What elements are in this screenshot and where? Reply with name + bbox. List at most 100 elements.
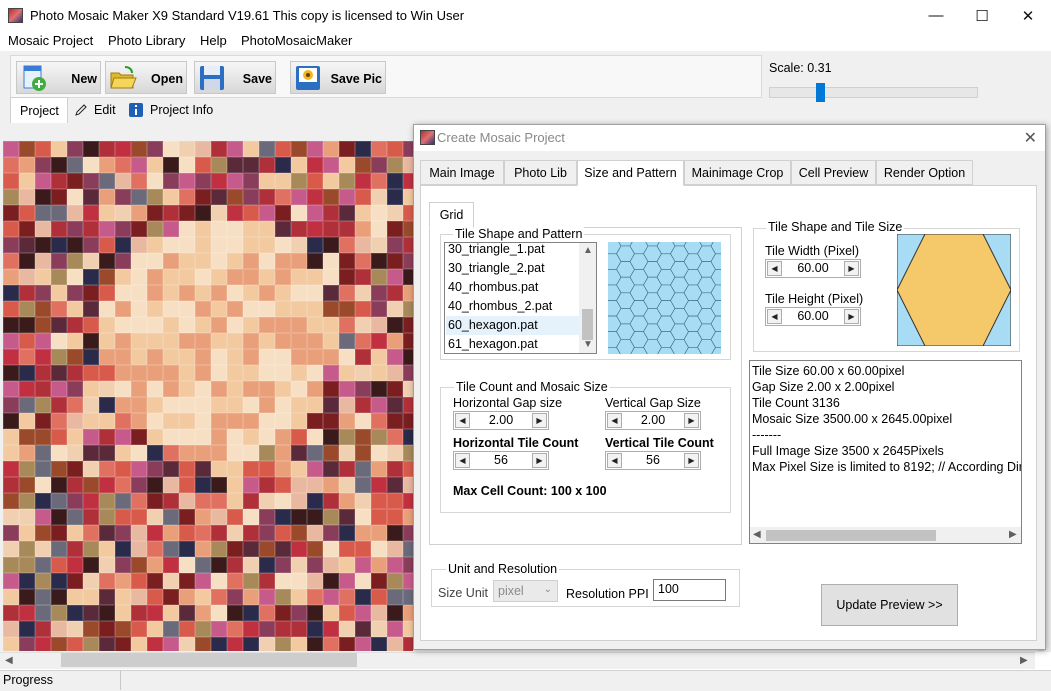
save-button[interactable]: Save [194, 61, 276, 94]
open-button[interactable]: Open [105, 61, 187, 94]
increment-arrow-icon[interactable]: ▶ [532, 453, 547, 468]
mosaic-tile [371, 365, 387, 381]
v-count-spinner[interactable]: ◀ 56 ▶ [605, 451, 701, 470]
canvas-scroll-thumb[interactable] [61, 653, 357, 667]
mosaic-tile [19, 541, 35, 557]
menu-photo-library[interactable]: Photo Library [108, 33, 185, 48]
mosaic-tile [339, 189, 355, 205]
tab-render-option[interactable]: Render Option [876, 160, 973, 185]
mosaic-tile [163, 605, 179, 621]
mosaic-tile [227, 461, 243, 477]
decrement-arrow-icon[interactable]: ◀ [767, 309, 782, 324]
decrement-arrow-icon[interactable]: ◀ [767, 261, 782, 276]
tab-main-image[interactable]: Main Image [420, 160, 504, 185]
decrement-arrow-icon[interactable]: ◀ [455, 413, 470, 428]
tab-project[interactable]: Project [10, 97, 68, 123]
decrement-arrow-icon[interactable]: ◀ [455, 453, 470, 468]
mosaic-tile [387, 557, 403, 573]
scale-slider-thumb[interactable] [816, 83, 825, 102]
h-count-spinner[interactable]: ◀ 56 ▶ [453, 451, 549, 470]
decrement-arrow-icon[interactable]: ◀ [607, 413, 622, 428]
pattern-listbox[interactable]: 30_triangle_1.pat 30_triangle_2.pat 40_r… [444, 242, 597, 354]
scroll-left-arrow-icon[interactable]: ◀ [5, 655, 13, 666]
tab-cell-preview[interactable]: Cell Preview [791, 160, 876, 185]
scroll-right-arrow-icon[interactable]: ▶ [1009, 529, 1017, 540]
mosaic-preview-image[interactable] [3, 141, 413, 651]
mosaic-tile [259, 621, 275, 637]
h-gap-spinner[interactable]: ◀ 2.00 ▶ [453, 411, 549, 430]
new-button[interactable]: New [16, 61, 101, 94]
info-line: Full Image Size 3500 x 2645Pixels [752, 444, 944, 458]
increment-arrow-icon[interactable]: ▶ [684, 413, 699, 428]
maximize-button[interactable]: ☐ [959, 0, 1005, 31]
mosaic-tile [291, 253, 307, 269]
mosaic-tile [147, 157, 163, 173]
mosaic-tile [19, 253, 35, 269]
update-preview-button[interactable]: Update Preview >> [821, 584, 958, 626]
increment-arrow-icon[interactable]: ▶ [684, 453, 699, 468]
v-gap-spinner[interactable]: ◀ 2.00 ▶ [605, 411, 701, 430]
pattern-item[interactable]: 40_rhombus_2.pat [448, 297, 552, 316]
h-gap-value[interactable]: 2.00 [472, 413, 530, 427]
pattern-item[interactable]: 61_hexagon.pat [448, 335, 538, 353]
tab-photo-lib[interactable]: Photo Lib [504, 160, 577, 185]
increment-arrow-icon[interactable]: ▶ [844, 309, 859, 324]
tab-project-info[interactable]: Project Info [128, 97, 228, 123]
dialog-close-icon[interactable]: ✕ [1024, 128, 1037, 148]
mosaic-tile [243, 573, 259, 589]
close-button[interactable]: ✕ [1005, 0, 1051, 31]
scroll-right-arrow-icon[interactable]: ▶ [1020, 655, 1028, 666]
tab-size-and-pattern[interactable]: Size and Pattern [577, 160, 684, 186]
mosaic-tile [227, 333, 243, 349]
mosaic-tile [291, 317, 307, 333]
tile-height-spinner[interactable]: ◀ 60.00 ▶ [765, 307, 861, 326]
v-count-value[interactable]: 56 [624, 453, 682, 467]
increment-arrow-icon[interactable]: ▶ [844, 261, 859, 276]
info-line: Tile Count 3136 [752, 396, 840, 410]
scroll-down-arrow-icon[interactable]: ▼ [583, 339, 593, 350]
mosaic-tile [259, 445, 275, 461]
menu-mosaic-project[interactable]: Mosaic Project [8, 33, 93, 48]
mosaic-tile [211, 173, 227, 189]
scroll-up-arrow-icon[interactable]: ▲ [583, 245, 593, 256]
v-gap-value[interactable]: 2.00 [624, 413, 682, 427]
mosaic-tile [115, 381, 131, 397]
pattern-list-scroll-thumb[interactable] [582, 309, 593, 340]
tile-height-value[interactable]: 60.00 [784, 309, 842, 323]
menu-help[interactable]: Help [200, 33, 227, 48]
tab-grid[interactable]: Grid [429, 202, 474, 228]
mosaic-tile [195, 253, 211, 269]
h-count-value[interactable]: 56 [472, 453, 530, 467]
tab-edit[interactable]: Edit [72, 97, 127, 123]
mosaic-tile [259, 269, 275, 285]
new-button-label: New [71, 72, 97, 86]
mosaic-tile [307, 445, 323, 461]
pattern-item-selected[interactable]: 60_hexagon.pat [446, 316, 580, 335]
mosaic-tile [275, 237, 291, 253]
tab-mainimage-crop[interactable]: Mainimage Crop [684, 160, 791, 185]
tile-width-value[interactable]: 60.00 [784, 261, 842, 275]
decrement-arrow-icon[interactable]: ◀ [607, 453, 622, 468]
mosaic-tile [179, 221, 195, 237]
scroll-left-arrow-icon[interactable]: ◀ [753, 529, 761, 540]
mosaic-tile [115, 317, 131, 333]
save-pic-button[interactable]: Save Pic [290, 61, 386, 94]
tile-width-spinner[interactable]: ◀ 60.00 ▶ [765, 259, 861, 278]
pattern-item[interactable]: 40_rhombus.pat [448, 278, 538, 297]
minimize-button[interactable]: — [913, 0, 959, 31]
pattern-item[interactable]: 30_triangle_2.pat [448, 259, 545, 278]
size-unit-dropdown[interactable]: pixel ⌄ [493, 580, 558, 602]
info-textbox[interactable]: Tile Size 60.00 x 60.00pixel Gap Size 2.… [749, 360, 1022, 544]
scale-slider[interactable] [769, 87, 978, 98]
increment-arrow-icon[interactable]: ▶ [532, 413, 547, 428]
pattern-item[interactable]: 30_triangle_1.pat [448, 243, 545, 259]
info-scroll-thumb[interactable] [766, 530, 936, 541]
mosaic-tile [355, 605, 371, 621]
mosaic-tile [179, 621, 195, 637]
mosaic-tile [115, 237, 131, 253]
mosaic-tile [163, 541, 179, 557]
menu-photomosaicmaker[interactable]: PhotoMosaicMaker [241, 33, 352, 48]
mosaic-tile [387, 445, 403, 461]
resolution-input[interactable]: 100 [653, 579, 726, 601]
mosaic-tile [179, 429, 195, 445]
